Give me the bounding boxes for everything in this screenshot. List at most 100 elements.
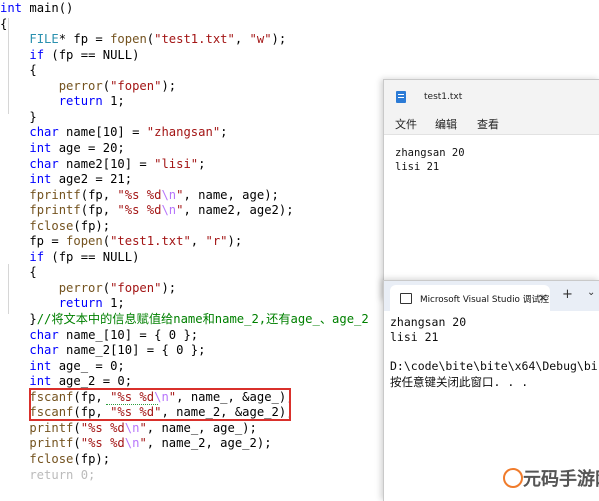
- code-token: int: [29, 172, 52, 187]
- code-token: printf: [29, 420, 74, 435]
- code-token: (fp == NULL): [44, 249, 140, 264]
- notepad-title: test1.txt: [424, 92, 463, 102]
- code-token: char: [29, 156, 59, 171]
- code-token: \n: [124, 420, 140, 435]
- code-token: "%s %d: [117, 203, 162, 218]
- code-token: \n: [161, 203, 177, 218]
- code-token: "%s %d: [80, 436, 125, 451]
- code-token: name_2[10] = { 0 };: [58, 343, 206, 358]
- code-token: age_2 = 0;: [51, 374, 133, 389]
- code-line: int main(): [0, 1, 73, 16]
- chevron-down-icon[interactable]: ⌄: [587, 287, 595, 298]
- code-line: FILE* fp = fopen("test1.txt", "w");: [0, 32, 286, 47]
- code-line: printf("%s %d\n", name_, age_);: [0, 421, 257, 436]
- code-token: return: [58, 296, 103, 311]
- code-token: age_ = 0;: [51, 358, 125, 373]
- code-line: char name2[10] = "lisi";: [0, 157, 205, 172]
- code-line: fclose(fp);: [0, 219, 110, 234]
- code-token: ": [139, 420, 147, 435]
- menu-edit[interactable]: 编辑: [435, 116, 457, 132]
- code-line: return 0;: [0, 468, 95, 483]
- code-token: );: [227, 234, 243, 249]
- code-token: int: [29, 358, 52, 373]
- code-token: );: [161, 280, 177, 295]
- watermark-text: 元码手游网: [523, 469, 599, 490]
- code-token: "%s %d: [117, 187, 162, 202]
- menu-file[interactable]: 文件: [395, 116, 417, 132]
- code-token: printf: [29, 436, 74, 451]
- code-line: perror("fopen");: [0, 79, 176, 94]
- new-tab-button[interactable]: +: [562, 287, 573, 302]
- code-token: char: [29, 125, 59, 140]
- code-token: int: [0, 1, 23, 15]
- code-token: //将文本中的信息赋值给name和name_2,还有age_、age_2: [36, 312, 369, 326]
- code-token: perror: [58, 78, 103, 93]
- code-line: return 1;: [0, 94, 125, 109]
- menu-view[interactable]: 查看: [477, 116, 499, 132]
- code-token: fclose: [29, 218, 74, 233]
- code-token: (: [102, 280, 111, 295]
- code-token: (: [73, 420, 81, 435]
- code-token: "r": [205, 234, 228, 249]
- code-token: \n: [124, 436, 140, 451]
- code-token: 1;: [102, 94, 125, 109]
- notepad-window[interactable]: test1.txt 文件 编辑 查看 zhangsan 20 lisi 21: [383, 79, 599, 301]
- notepad-icon: [396, 91, 406, 103]
- notepad-titlebar[interactable]: test1.txt: [384, 80, 599, 112]
- code-line: char name_[10] = { 0 };: [0, 328, 198, 343]
- code-line: int age_ = 0;: [0, 358, 125, 374]
- code-token: , name2, age2);: [183, 203, 294, 218]
- code-line: {: [0, 17, 7, 32]
- code-token: perror: [58, 280, 103, 295]
- code-line: fp = fopen("test1.txt", "r");: [0, 234, 242, 249]
- code-token: age2 = 21;: [51, 172, 133, 187]
- code-line: printf("%s %d\n", name_2, age_2);: [0, 436, 271, 451]
- code-token: return: [58, 94, 103, 109]
- notepad-line: lisi 21: [395, 161, 440, 173]
- console-output-line: D:\code\bite\bite\x64\Debug\bi: [390, 359, 598, 373]
- code-line: if (fp == NULL): [0, 250, 139, 265]
- code-token: if: [29, 249, 45, 264]
- console-output-line: lisi 21: [390, 330, 439, 344]
- code-token: (: [102, 234, 111, 249]
- notepad-line: zhangsan 20: [395, 147, 465, 159]
- code-token: fp =: [0, 234, 67, 249]
- code-token: , name_, age_);: [146, 420, 257, 435]
- code-token: "test1.txt": [154, 32, 235, 47]
- watermark: 元码手游网: [501, 456, 599, 500]
- notepad-menubar: 文件 编辑 查看: [384, 112, 599, 134]
- code-line: int age2 = 21;: [0, 172, 132, 187]
- console-tab[interactable]: Microsoft Visual Studio 调试控 ×: [390, 285, 550, 311]
- code-line: return 1;: [0, 296, 125, 311]
- code-token: char: [29, 327, 59, 342]
- code-token: ,: [190, 234, 206, 249]
- code-token: main(): [22, 1, 74, 15]
- code-token: "w": [249, 32, 272, 47]
- notepad-text-area[interactable]: zhangsan 20 lisi 21: [384, 134, 599, 301]
- code-token: ;: [198, 156, 206, 171]
- console-output-line: zhangsan 20: [390, 315, 467, 329]
- code-line: char name[10] = "zhangsan";: [0, 125, 227, 140]
- code-token: );: [161, 78, 177, 93]
- code-token: ,: [234, 32, 250, 47]
- code-token: 1;: [102, 296, 125, 311]
- code-token: * fp =: [58, 32, 111, 47]
- code-token: name2[10] =: [58, 156, 155, 171]
- code-token: fprintf: [29, 203, 81, 218]
- code-line: int age = 20;: [0, 141, 124, 156]
- code-token: "%s %d: [80, 420, 125, 435]
- close-icon[interactable]: ×: [538, 291, 547, 304]
- code-line: {: [0, 265, 36, 280]
